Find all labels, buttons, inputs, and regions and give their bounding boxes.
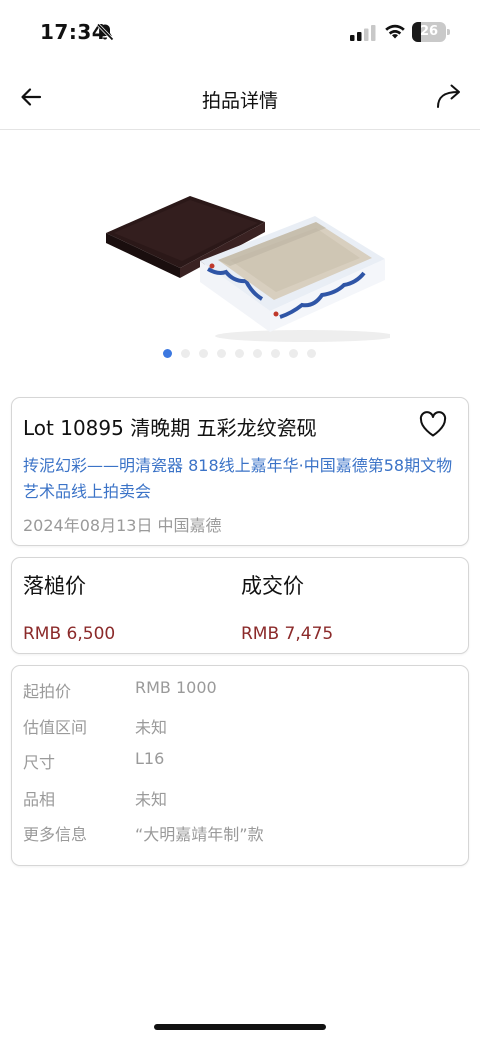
detail-value: 未知 — [135, 718, 168, 737]
deal-price: 成交价 RMB 7,475 — [241, 570, 441, 644]
carousel-dot[interactable] — [271, 349, 280, 358]
product-image[interactable] — [90, 186, 390, 346]
carousel-dot[interactable] — [217, 349, 226, 358]
detail-key: 估值区间 — [23, 718, 88, 737]
carousel-dot[interactable] — [163, 349, 172, 358]
lot-title: Lot 10895 清晚期 五彩龙纹瓷砚 — [23, 416, 317, 440]
carousel-pagination — [163, 349, 316, 359]
detail-row-start-price: 起拍价 RMB 1000 — [23, 678, 453, 702]
hammer-price-value: RMB 6,500 — [23, 624, 116, 644]
detail-value: L16 — [135, 749, 165, 768]
carousel-dot[interactable] — [289, 349, 298, 358]
sale-date-house: 2024年08月13日 中国嘉德 — [23, 516, 222, 535]
battery-percent: 26 — [419, 24, 439, 39]
detail-value: RMB 1000 — [135, 678, 217, 697]
detail-value: 未知 — [135, 790, 168, 809]
carousel-dot[interactable] — [199, 349, 208, 358]
detail-row-more-info: 更多信息 “大明嘉靖年制”款 — [23, 821, 453, 845]
lot-details-card: 起拍价 RMB 1000 估值区间 未知 尺寸 L16 品相 未知 更多信息 “… — [11, 665, 469, 866]
price-card: 落槌价 RMB 6,500 成交价 RMB 7,475 — [11, 557, 469, 654]
battery-body: 26 — [412, 22, 446, 42]
lot-detail-screen: 17:34 26 拍品详情 Lot 10895 清晚期 五彩龙纹瓷砚 抟泥幻彩—… — [0, 0, 480, 1040]
carousel-dot[interactable] — [235, 349, 244, 358]
home-indicator[interactable] — [154, 1024, 326, 1030]
detail-value: “大明嘉靖年制”款 — [135, 825, 264, 844]
detail-row-condition: 品相 未知 — [23, 786, 453, 810]
status-bar: 17:34 26 — [0, 0, 480, 64]
detail-row-estimate: 估值区间 未知 — [23, 714, 453, 738]
detail-key: 品相 — [23, 790, 56, 809]
detail-key: 尺寸 — [23, 753, 56, 772]
carousel-dot[interactable] — [253, 349, 262, 358]
carousel-dot[interactable] — [307, 349, 316, 358]
page-title: 拍品详情 — [201, 90, 278, 112]
detail-key: 起拍价 — [23, 682, 72, 701]
deal-price-value: RMB 7,475 — [241, 624, 334, 644]
share-arrow-icon[interactable] — [434, 82, 464, 110]
hammer-price-label: 落槌价 — [23, 574, 86, 598]
bell-muted-icon — [96, 23, 114, 41]
battery-icon: 26 — [412, 22, 450, 42]
signal-icon — [350, 25, 376, 41]
lot-title-card: Lot 10895 清晚期 五彩龙纹瓷砚 抟泥幻彩——明清瓷器 818线上嘉年华… — [11, 397, 469, 546]
wifi-icon — [385, 24, 405, 39]
detail-key: 更多信息 — [23, 825, 88, 844]
auction-sale-link[interactable]: 抟泥幻彩——明清瓷器 818线上嘉年华·中国嘉德第58期文物艺术品线上拍卖会 — [23, 453, 453, 505]
carousel-dot[interactable] — [181, 349, 190, 358]
hammer-price: 落槌价 RMB 6,500 — [23, 570, 223, 644]
deal-price-label: 成交价 — [241, 574, 304, 598]
image-carousel[interactable] — [0, 131, 480, 371]
battery-cap — [447, 29, 450, 35]
detail-row-size: 尺寸 L16 — [23, 749, 453, 773]
heart-icon[interactable] — [418, 410, 448, 438]
nav-bar: 拍品详情 — [0, 64, 480, 130]
